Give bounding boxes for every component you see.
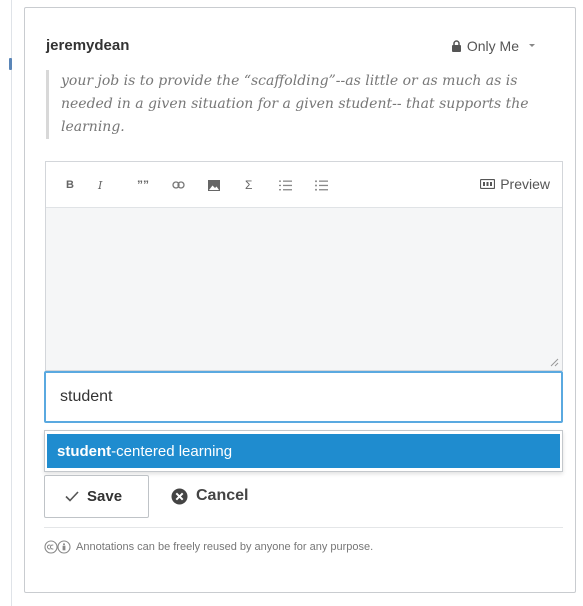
license-text: Annotations can be freely reused by anyo… xyxy=(76,541,374,553)
caret-down-icon xyxy=(529,44,535,47)
privacy-label: Only Me xyxy=(466,38,519,54)
creative-commons-icon[interactable] xyxy=(44,540,71,554)
ordered-list-icon xyxy=(279,180,292,190)
unordered-list-icon xyxy=(315,179,328,191)
bold-button[interactable]: B xyxy=(66,177,74,193)
quote-button[interactable]: ”” xyxy=(137,177,149,193)
username[interactable]: jeremydean xyxy=(46,37,129,54)
save-label: Save xyxy=(87,488,123,505)
unordered-list-button[interactable] xyxy=(315,177,328,193)
sidebar-marker xyxy=(9,58,12,70)
cancel-circle-icon xyxy=(171,488,188,504)
markdown-editor[interactable]: B I ”” Σ Preview xyxy=(45,161,563,371)
privacy-dropdown[interactable]: Only Me xyxy=(451,38,536,54)
lock-icon xyxy=(451,40,461,52)
license-notice: Annotations can be freely reused by anyo… xyxy=(44,540,373,554)
preview-label: Preview xyxy=(500,176,550,192)
image-button[interactable] xyxy=(208,177,220,193)
suggestion-rest: -centered learning xyxy=(111,442,233,460)
tag-suggestion-item[interactable]: student -centered learning xyxy=(47,434,560,468)
italic-button[interactable]: I xyxy=(98,177,102,193)
tag-input[interactable] xyxy=(44,371,563,423)
link-icon xyxy=(172,181,185,189)
resize-handle-icon[interactable] xyxy=(550,358,559,367)
save-button[interactable]: Save xyxy=(44,475,149,518)
preview-icon xyxy=(480,179,496,189)
checkmark-icon xyxy=(65,491,79,502)
editor-toolbar: B I ”” Σ Preview xyxy=(46,162,562,208)
ordered-list-button[interactable] xyxy=(279,177,292,193)
quoted-text: your job is to provide the “scaffolding”… xyxy=(46,70,546,139)
tag-suggestions: student -centered learning xyxy=(44,430,563,472)
math-button[interactable]: Σ xyxy=(245,177,252,193)
suggestion-match: student xyxy=(57,442,112,460)
image-icon xyxy=(208,179,220,191)
preview-button[interactable]: Preview xyxy=(480,176,550,192)
link-button[interactable] xyxy=(172,177,185,193)
sidebar-edge xyxy=(11,0,12,606)
cancel-button[interactable]: Cancel xyxy=(171,480,248,512)
cancel-label: Cancel xyxy=(196,487,249,504)
footer-divider xyxy=(44,527,563,528)
